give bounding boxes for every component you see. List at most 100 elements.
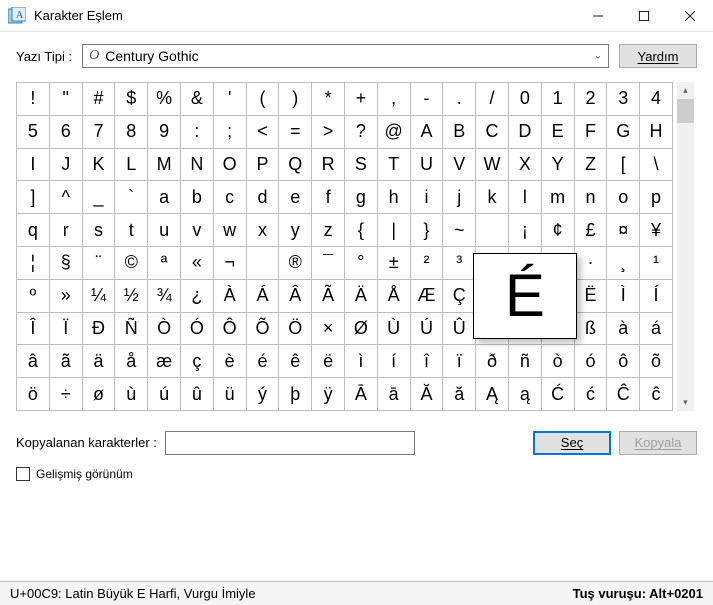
grid-cell[interactable]: A: [410, 115, 443, 148]
grid-cell[interactable]: ': [213, 83, 246, 116]
grid-cell[interactable]: á: [640, 312, 673, 345]
grid-cell[interactable]: ß: [574, 312, 607, 345]
grid-cell[interactable]: ¯: [312, 246, 345, 279]
grid-cell[interactable]: ¹: [640, 246, 673, 279]
grid-cell[interactable]: U: [410, 148, 443, 181]
grid-cell[interactable]: æ: [148, 345, 181, 378]
grid-cell[interactable]: M: [148, 148, 181, 181]
grid-cell[interactable]: s: [82, 214, 115, 247]
grid-cell[interactable]: ć: [574, 378, 607, 411]
grid-cell[interactable]: G: [607, 115, 640, 148]
grid-cell[interactable]: ³: [443, 246, 476, 279]
grid-cell[interactable]: ç: [180, 345, 213, 378]
grid-cell[interactable]: >: [312, 115, 345, 148]
grid-cell[interactable]: ®: [279, 246, 312, 279]
grid-cell[interactable]: Â: [279, 279, 312, 312]
grid-cell[interactable]: B: [443, 115, 476, 148]
grid-cell[interactable]: D: [508, 115, 541, 148]
grid-cell[interactable]: Ĉ: [607, 378, 640, 411]
grid-cell[interactable]: Ò: [148, 312, 181, 345]
grid-cell[interactable]: û: [180, 378, 213, 411]
grid-cell[interactable]: ð: [476, 345, 509, 378]
grid-cell[interactable]: ¨: [82, 246, 115, 279]
minimize-button[interactable]: [575, 0, 621, 31]
grid-cell[interactable]: ]: [17, 181, 50, 214]
grid-cell[interactable]: ¸: [607, 246, 640, 279]
font-select[interactable]: O Century Gothic ⌄: [82, 44, 609, 68]
grid-cell[interactable]: $: [115, 83, 148, 116]
grid-cell[interactable]: ì: [344, 345, 377, 378]
grid-cell[interactable]: [: [607, 148, 640, 181]
grid-cell[interactable]: ;: [213, 115, 246, 148]
grid-cell[interactable]: £: [574, 214, 607, 247]
grid-cell[interactable]: Ā: [344, 378, 377, 411]
grid-cell[interactable]: ă: [443, 378, 476, 411]
grid-cell[interactable]: «: [180, 246, 213, 279]
grid-cell[interactable]: ñ: [508, 345, 541, 378]
grid-cell[interactable]: e: [279, 181, 312, 214]
grid-cell[interactable]: Ä: [344, 279, 377, 312]
grid-cell[interactable]: ­: [246, 246, 279, 279]
grid-cell[interactable]: }: [410, 214, 443, 247]
grid-cell[interactable]: Ą: [476, 378, 509, 411]
grid-cell[interactable]: Ó: [180, 312, 213, 345]
grid-cell[interactable]: j: [443, 181, 476, 214]
grid-cell[interactable]: »: [49, 279, 82, 312]
grid-cell[interactable]: X: [508, 148, 541, 181]
grid-cell[interactable]: l: [508, 181, 541, 214]
grid-cell[interactable]: i: [410, 181, 443, 214]
grid-cell[interactable]: &: [180, 83, 213, 116]
grid-cell[interactable]: ¦: [17, 246, 50, 279]
grid-cell[interactable]: õ: [640, 345, 673, 378]
grid-cell[interactable]: t: [115, 214, 148, 247]
grid-cell[interactable]: ā: [377, 378, 410, 411]
grid-cell[interactable]: ¡: [508, 214, 541, 247]
advanced-checkbox[interactable]: [16, 467, 30, 481]
grid-cell[interactable]: Ć: [541, 378, 574, 411]
grid-cell[interactable]: Î: [17, 312, 50, 345]
grid-cell[interactable]: ¢: [541, 214, 574, 247]
grid-cell[interactable]: Q: [279, 148, 312, 181]
grid-cell[interactable]: W: [476, 148, 509, 181]
grid-cell[interactable]: ô: [607, 345, 640, 378]
grid-cell[interactable]: 1: [541, 83, 574, 116]
scrollbar[interactable]: ▴ ▾: [677, 82, 694, 411]
grid-cell[interactable]: Ð: [82, 312, 115, 345]
grid-cell[interactable]: ¿: [180, 279, 213, 312]
grid-cell[interactable]: m: [541, 181, 574, 214]
grid-cell[interactable]: T: [377, 148, 410, 181]
grid-cell[interactable]: V: [443, 148, 476, 181]
scrollbar-thumb[interactable]: [677, 99, 694, 123]
grid-cell[interactable]: I: [17, 148, 50, 181]
grid-cell[interactable]: N: [180, 148, 213, 181]
grid-cell[interactable]: d: [246, 181, 279, 214]
grid-cell[interactable]: Û: [443, 312, 476, 345]
grid-cell[interactable]: R: [312, 148, 345, 181]
grid-cell[interactable]: ä: [82, 345, 115, 378]
grid-cell[interactable]: ¾: [148, 279, 181, 312]
grid-cell[interactable]: +: [344, 83, 377, 116]
grid-cell[interactable]: ê: [279, 345, 312, 378]
grid-cell[interactable]: 9: [148, 115, 181, 148]
grid-cell[interactable]: ²: [410, 246, 443, 279]
grid-cell[interactable]: º: [17, 279, 50, 312]
grid-cell[interactable]: /: [476, 83, 509, 116]
grid-cell[interactable]: x: [246, 214, 279, 247]
grid-cell[interactable]: y: [279, 214, 312, 247]
grid-cell[interactable]: ª: [148, 246, 181, 279]
grid-cell[interactable]: K: [82, 148, 115, 181]
grid-cell[interactable]: #: [82, 83, 115, 116]
grid-cell[interactable]: Ë: [574, 279, 607, 312]
copy-button[interactable]: Kopyala: [619, 431, 697, 455]
grid-cell[interactable]: À: [213, 279, 246, 312]
grid-cell[interactable]: b: [180, 181, 213, 214]
grid-cell[interactable]: ú: [148, 378, 181, 411]
grid-cell[interactable]: ¬: [213, 246, 246, 279]
grid-cell[interactable]: ù: [115, 378, 148, 411]
grid-cell[interactable]: Ì: [607, 279, 640, 312]
grid-cell[interactable]: 4: [640, 83, 673, 116]
grid-cell[interactable]: ã: [49, 345, 82, 378]
grid-cell[interactable]: 3: [607, 83, 640, 116]
grid-cell[interactable]: p: [640, 181, 673, 214]
select-button[interactable]: Seç: [533, 431, 611, 455]
